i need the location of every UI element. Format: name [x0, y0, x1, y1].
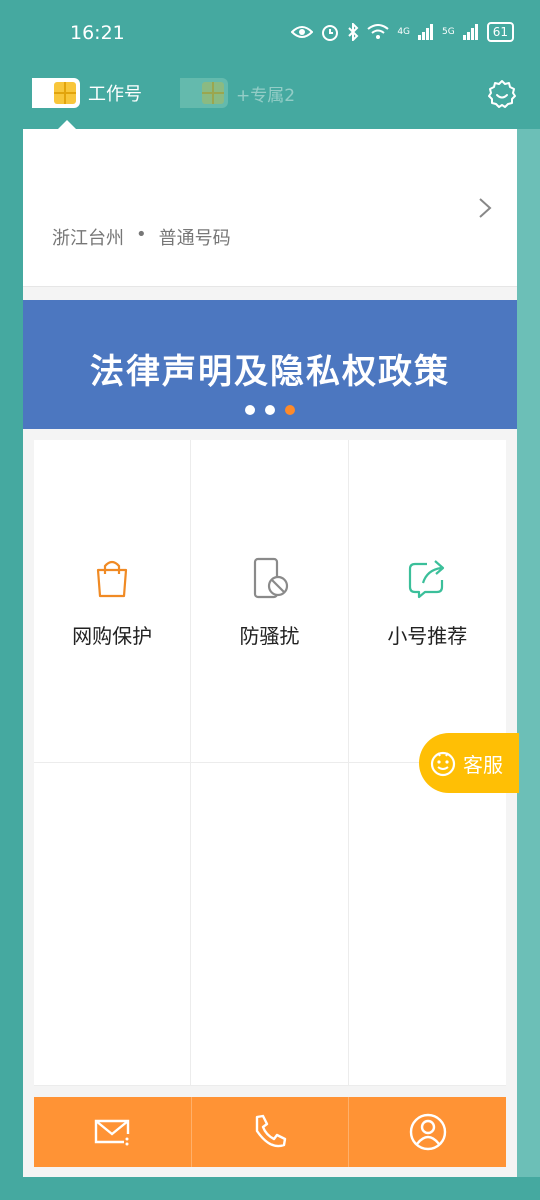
number-info: 浙江台州 • 普通号码 [52, 224, 231, 250]
banner-dot[interactable] [265, 405, 275, 415]
number-panel[interactable]: 浙江台州 • 普通号码 [23, 129, 517, 287]
sim-tab-label: +专属2 [236, 85, 296, 106]
share-icon [409, 560, 445, 599]
sim-card-icon [32, 78, 80, 108]
sim-tab-label: 工作号 [88, 84, 142, 105]
phone-icon [255, 1114, 287, 1148]
banner[interactable]: 法律声明及隐私权政策 [23, 300, 517, 429]
bottom-nav [34, 1097, 506, 1167]
customer-service-button[interactable]: 客服 [419, 733, 519, 793]
feature-shopping-protection[interactable]: 网购保护 [34, 440, 192, 763]
sim-tab-work[interactable]: 工作号 [32, 78, 142, 108]
status-time: 16:21 [70, 22, 125, 44]
settings-icon[interactable] [486, 78, 518, 110]
profile-button[interactable] [349, 1097, 506, 1167]
background-strip [517, 129, 540, 1177]
service-label: 客服 [463, 752, 503, 777]
feature-empty [34, 763, 192, 1086]
feature-number-recommend[interactable]: 小号推荐 [348, 440, 506, 763]
signal-icon [418, 24, 434, 40]
messages-button[interactable] [34, 1097, 192, 1167]
call-button[interactable] [192, 1097, 350, 1167]
feature-empty [348, 763, 506, 1086]
number-region: 浙江台州 [52, 228, 124, 249]
status-bar: 16:21 4G 5G 61 [0, 0, 540, 64]
feature-empty [191, 763, 349, 1086]
battery-indicator: 61 [486, 22, 514, 42]
sim-tab-exclusive[interactable]: +专属2 [180, 78, 295, 108]
user-icon [409, 1113, 446, 1151]
alarm-icon [322, 25, 339, 41]
sim-tabs: 工作号 +专属2 [0, 70, 540, 130]
shopping-bag-icon [97, 560, 128, 598]
banner-dots [245, 405, 295, 415]
main-card: 浙江台州 • 普通号码 法律声明及隐私权政策 网购保护 防骚扰 小号推荐 [23, 129, 517, 1177]
feature-label: 防骚扰 [239, 624, 300, 648]
banner-text: 法律声明及隐私权政策 [90, 352, 450, 392]
wifi-icon [367, 24, 389, 39]
mail-icon [95, 1119, 130, 1146]
tab-pointer [58, 120, 76, 129]
chevron-right-icon[interactable] [477, 197, 493, 219]
banner-dot-active[interactable] [285, 405, 295, 415]
network-4g-label: 4G [397, 27, 411, 37]
network-5g-label: 5G [442, 27, 455, 37]
service-mascot-icon [430, 751, 456, 777]
phone-block-icon [254, 557, 289, 599]
feature-label: 小号推荐 [387, 624, 468, 648]
bluetooth-icon [348, 23, 359, 41]
status-icons: 4G 5G 61 [291, 22, 514, 42]
feature-label: 网购保护 [72, 624, 153, 648]
banner-dot[interactable] [245, 405, 255, 415]
signal-icon [462, 24, 478, 40]
number-type: 普通号码 [158, 228, 231, 249]
sim-card-icon [180, 78, 228, 108]
eye-icon [291, 26, 314, 38]
feature-anti-harassment[interactable]: 防骚扰 [191, 440, 349, 763]
number-separator: • [136, 224, 147, 245]
